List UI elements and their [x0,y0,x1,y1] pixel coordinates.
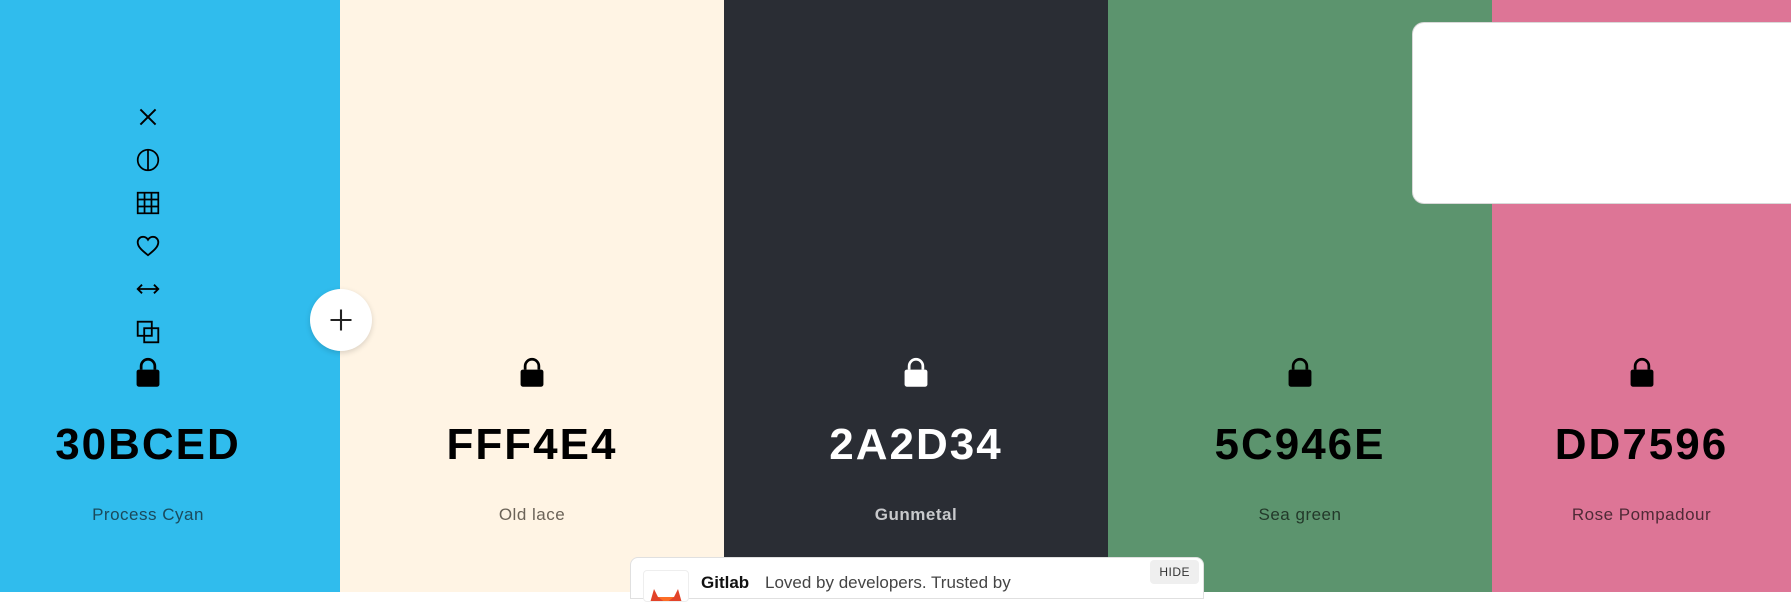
color-name[interactable]: Sea green [1108,505,1492,525]
lock-toggle[interactable] [1285,356,1315,390]
plus-icon [330,309,352,331]
lock-icon [1630,357,1653,387]
lock-icon [520,357,544,387]
add-color-button[interactable] [310,289,372,351]
lock-icon [136,357,160,387]
hex-code[interactable]: 30BCED [0,420,296,470]
color-swatch-3[interactable]: 2A2D34 Gunmetal [724,0,1108,592]
hide-ad-button[interactable]: HIDE [1150,560,1199,584]
color-name[interactable]: Rose Pompadour [1492,505,1791,525]
hex-code[interactable]: FFF4E4 [340,420,724,470]
color-swatch-1[interactable]: 30BCED Process Cyan [0,0,340,592]
lock-toggle[interactable] [1627,356,1657,390]
heart-icon [136,235,160,257]
ad-brand[interactable]: Gitlab [701,573,749,593]
lock-icon [904,357,928,387]
ad-banner[interactable]: Gitlab Loved by developers. Trusted by H… [630,557,1204,602]
contrast-button[interactable] [131,143,165,177]
remove-color-button[interactable] [131,100,165,134]
color-name[interactable]: Old lace [340,505,724,525]
gitlab-logo-icon [650,589,682,601]
drag-button[interactable] [131,272,165,306]
popup-panel [1412,22,1791,204]
lock-toggle[interactable] [517,356,547,390]
hex-code[interactable]: DD7596 [1492,420,1791,470]
lock-icon [1288,357,1312,387]
save-color-button[interactable] [131,229,165,263]
contrast-icon [136,148,160,172]
lock-toggle[interactable] [901,356,931,390]
color-name[interactable]: Process Cyan [0,505,296,525]
view-shades-button[interactable] [131,186,165,220]
hex-code[interactable]: 2A2D34 [724,420,1108,470]
gitlab-logo [643,570,689,602]
ad-text[interactable]: Loved by developers. Trusted by [765,573,1011,593]
copy-icon [136,320,160,344]
close-icon [139,108,157,126]
hex-code[interactable]: 5C946E [1108,420,1492,470]
color-swatch-2[interactable]: FFF4E4 Old lace [340,0,724,592]
drag-arrows-icon [136,284,160,294]
color-name[interactable]: Gunmetal [724,505,1108,525]
lock-toggle[interactable] [133,356,163,390]
copy-hex-button[interactable] [131,315,165,349]
grid-shades-icon [136,191,160,215]
